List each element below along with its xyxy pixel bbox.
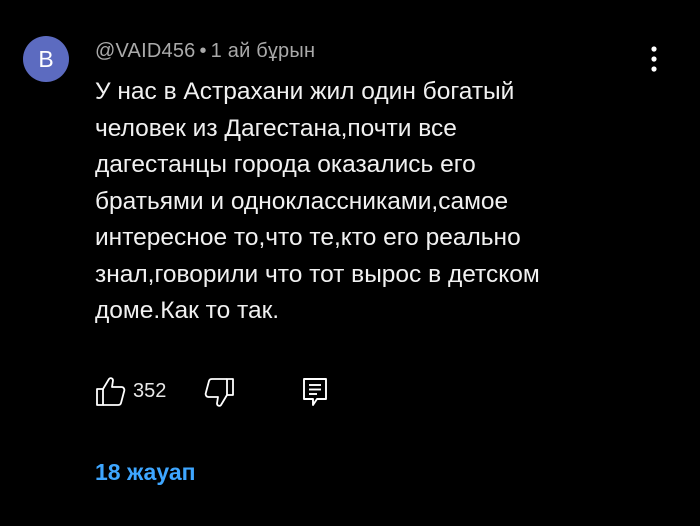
comment-text-line: дагестанцы города оказались его [95, 151, 476, 178]
like-button[interactable] [95, 374, 127, 408]
dislike-button[interactable] [203, 376, 235, 410]
meta-separator: • [199, 40, 207, 62]
reply-button[interactable] [301, 376, 329, 408]
comment-card: B @VAID456 • 1 ай бұрын У нас в Астрахани … [0, 0, 700, 526]
comment-header: @VAID456 • 1 ай бұрын [95, 40, 315, 63]
like-count: 352 [133, 380, 167, 402]
comment-actions: 352 [95, 372, 395, 412]
comment-text-line: братьями и одноклассниками,самое [95, 187, 509, 215]
more-options-button[interactable] [640, 42, 668, 76]
comment-text-line: интересное то,что те,кто его реально [95, 224, 521, 251]
reply-comment-icon [303, 378, 327, 406]
avatar[interactable]: B [23, 36, 69, 82]
author-handle[interactable]: @VAID456 [95, 40, 195, 62]
comment-text: У нас в Астрахани жил один богатый челов… [95, 74, 605, 330]
comment-text-line: человек из Дагестана,почти все [95, 114, 457, 142]
thumbs-up-icon [96, 377, 126, 406]
comment-text-line: доме.Как то так. [95, 297, 280, 324]
avatar-letter: B [38, 45, 54, 72]
view-replies-link[interactable]: 18 жауап [95, 459, 196, 486]
comment-timestamp[interactable]: 1 ай бұрын [211, 40, 316, 62]
more-vertical-icon [651, 46, 657, 72]
comment-text-line: знал,говорили что тот вырос в детском [95, 260, 540, 288]
comment-text-line: У нас в Астрахани жил один богатый [95, 78, 515, 105]
thumbs-down-icon [204, 378, 234, 407]
